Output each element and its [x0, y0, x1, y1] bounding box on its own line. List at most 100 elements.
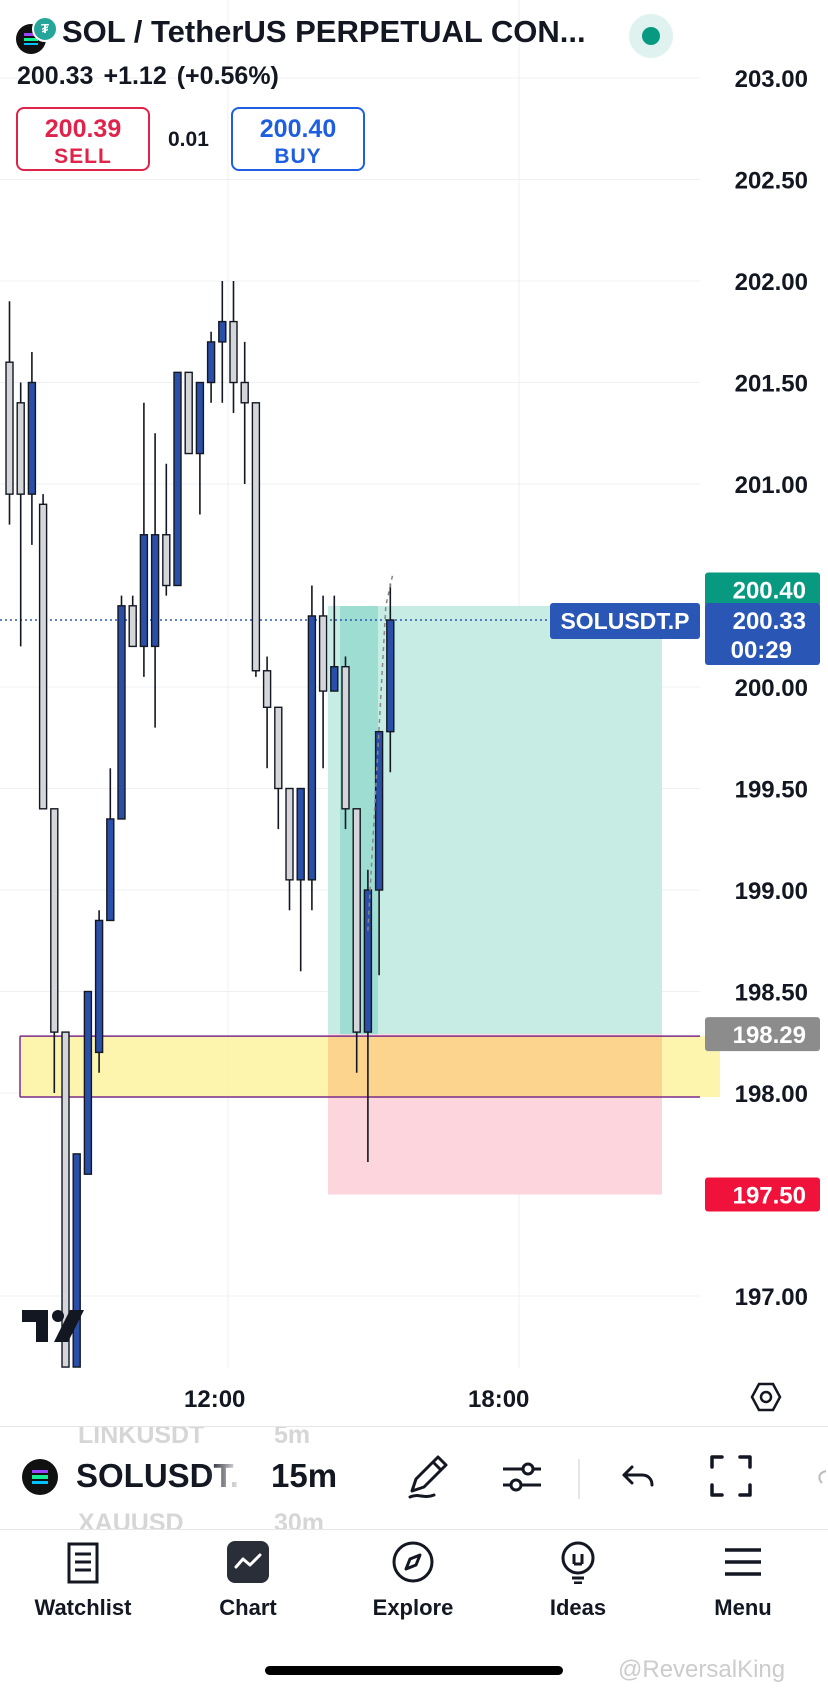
sell-button[interactable]: 200.39 SELL — [16, 107, 150, 171]
price-change-pct: (+0.56%) — [176, 62, 279, 90]
chart-icon — [227, 1541, 269, 1583]
home-indicator — [265, 1666, 563, 1675]
stop-price-tag-text: 197.50 — [733, 1183, 806, 1210]
candle-body — [240, 381, 249, 404]
tradingview-logo-icon — [22, 1310, 84, 1342]
candle-body — [352, 808, 361, 1033]
price-axis-label: 198.50 — [735, 980, 808, 1007]
candle-body — [162, 534, 171, 587]
candle-body — [94, 919, 104, 1054]
entry-price-tag-text: 198.29 — [733, 1022, 806, 1049]
nav-label: Watchlist — [34, 1595, 132, 1620]
candle-body — [307, 615, 317, 881]
candle-body — [195, 381, 205, 455]
ask-price-tag-text: 200.40 — [733, 578, 806, 605]
candle-body — [16, 402, 25, 495]
candle-body — [5, 361, 14, 495]
nav-label: Menu — [714, 1595, 772, 1620]
price-axis-label: 201.50 — [735, 371, 808, 398]
last-price-tag-text: 200.33 — [733, 608, 806, 635]
candle-body — [374, 730, 384, 891]
tether-badge-icon: ₮ — [32, 16, 58, 42]
sell-label: SELL — [54, 145, 112, 168]
price-axis-label: 197.00 — [735, 1284, 808, 1311]
nav-chart[interactable]: Chart — [173, 1540, 323, 1621]
price-axis-label: 202.00 — [735, 269, 808, 296]
nav-label: Ideas — [549, 1595, 607, 1620]
ghost-interval-above: 5m — [274, 1426, 311, 1449]
interval-selector[interactable]: 15m — [271, 1457, 337, 1495]
watchlist-icon — [67, 1542, 99, 1584]
nav-label: Explore — [372, 1595, 454, 1620]
candle-body — [341, 666, 350, 810]
price-axis-label: 198.00 — [735, 1081, 808, 1108]
candle-body — [83, 990, 93, 1175]
quote-line: 200.33 +1.12 (+0.56%) — [17, 62, 289, 91]
candle-body — [318, 615, 328, 692]
ghost-symbol-below: XAUUSD — [78, 1509, 184, 1530]
symbol-title[interactable]: SOL / TetherUS PERPETUAL CON... — [62, 14, 586, 50]
sell-price: 200.39 — [44, 115, 122, 143]
nav-label: Chart — [219, 1595, 277, 1620]
symbol-tag-text: SOLUSDT.P — [560, 608, 689, 634]
ghost-symbol-above: LINKUSDT — [78, 1426, 205, 1449]
price-change: +1.12 — [103, 62, 167, 90]
live-status-dot-icon — [629, 14, 673, 58]
candle-body — [184, 371, 193, 455]
candle-body — [173, 371, 182, 587]
candle-body — [150, 534, 160, 648]
buy-button[interactable]: 200.40 BUY — [231, 107, 365, 171]
candle-body — [363, 889, 373, 1033]
buy-label: BUY — [274, 145, 322, 168]
candle-body — [50, 808, 59, 1033]
price-axis-label: 199.00 — [735, 878, 808, 905]
toolbar-divider — [578, 1459, 580, 1499]
candle-body — [27, 381, 37, 495]
candle-body — [262, 670, 272, 709]
candle-body — [285, 787, 294, 881]
chart-toolbar: LINKUSDT 5m XAUUSD 30m SOLUSDT.P 15m — [0, 1426, 828, 1530]
price-axis-label: 200.00 — [735, 675, 808, 702]
fullscreen-icon[interactable] — [708, 1451, 754, 1501]
compass-icon — [392, 1541, 434, 1583]
candle-body — [218, 320, 227, 343]
symbol-selector[interactable]: SOLUSDT.P — [76, 1457, 241, 1495]
nav-explore[interactable]: Explore — [338, 1540, 488, 1621]
nav-menu[interactable]: Menu — [668, 1540, 818, 1621]
more-tools-icon[interactable] — [812, 1451, 828, 1501]
chart-settings-icon[interactable] — [750, 1381, 782, 1413]
indicators-icon[interactable] — [500, 1451, 544, 1501]
solana-symbol-icon — [22, 1459, 58, 1495]
candle-body — [117, 605, 126, 820]
hamburger-icon — [725, 1548, 761, 1576]
last-price: 200.33 — [17, 62, 94, 90]
price-chart[interactable]: 203.00 202.50 202.00 201.50 201.00 200.00 199.… — [0, 0, 828, 1380]
drawing-tools-icon[interactable] — [404, 1451, 452, 1501]
candle-body — [38, 503, 48, 810]
nav-watchlist[interactable]: Watchlist — [8, 1540, 158, 1621]
time-axis-label: 12:00 — [184, 1386, 246, 1413]
undo-icon[interactable] — [618, 1451, 658, 1501]
price-axis-label: 199.50 — [735, 777, 808, 804]
buy-price: 200.40 — [259, 115, 337, 143]
time-axis-label: 18:00 — [468, 1386, 530, 1413]
candle-body — [128, 605, 137, 648]
lightbulb-icon — [561, 1541, 595, 1585]
order-quantity[interactable]: 0.01 — [168, 128, 209, 152]
price-axis-label: 203.00 — [735, 66, 808, 93]
candle-body — [251, 402, 261, 672]
countdown-text: 00:29 — [731, 637, 792, 664]
candle-body — [229, 320, 238, 384]
nav-ideas[interactable]: Ideas — [503, 1540, 653, 1621]
candle-body — [206, 341, 216, 384]
ghost-interval-below: 30m — [274, 1509, 325, 1530]
candle-body — [386, 619, 395, 733]
zone-overlap — [328, 1036, 662, 1098]
watermark-text: @ReversalKing — [618, 1656, 786, 1683]
candle-body — [106, 818, 115, 922]
candle-body — [139, 534, 149, 648]
candle-body — [330, 666, 339, 692]
candle-body — [274, 706, 283, 790]
price-axis-label: 201.00 — [735, 472, 808, 499]
price-axis-label: 202.50 — [735, 168, 808, 195]
